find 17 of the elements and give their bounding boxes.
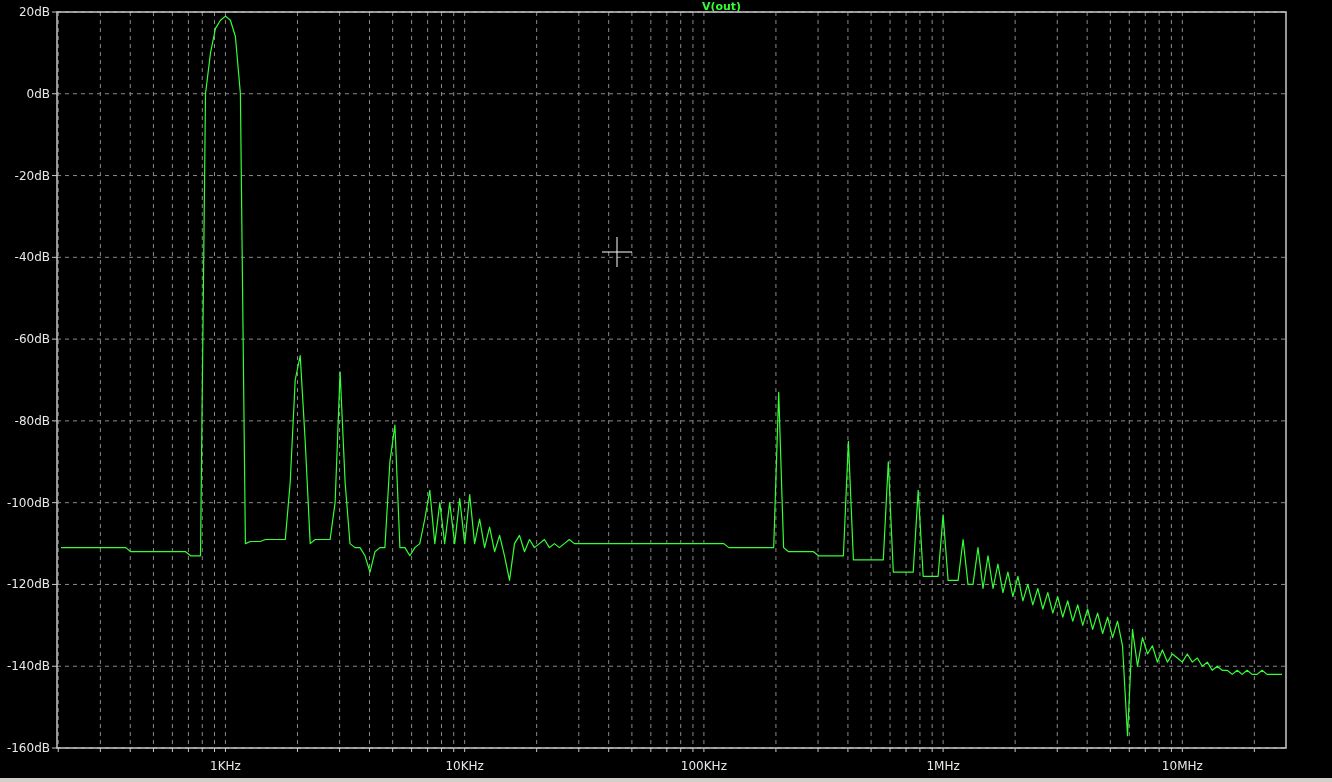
y-tick-label: -20dB — [14, 168, 50, 183]
y-tick-label: -40dB — [14, 250, 50, 265]
y-tick-label: 0dB — [26, 86, 50, 101]
x-tick-label: 1KHz — [210, 759, 241, 773]
trace-label[interactable]: V(out) — [701, 0, 742, 13]
y-tick-label: -140dB — [6, 659, 50, 674]
crosshair-cursor-icon — [601, 236, 633, 268]
y-tick-label: -80dB — [14, 413, 50, 428]
x-tick-label: 100KHz — [680, 759, 727, 773]
y-tick-label: -60dB — [14, 332, 50, 347]
y-tick-label: -100dB — [6, 495, 50, 510]
y-tick-label: 20dB — [18, 5, 50, 19]
x-tick-label: 10MHz — [1161, 759, 1203, 773]
x-tick-label: 1MHz — [926, 759, 960, 773]
y-tick-label: -120dB — [6, 577, 50, 592]
x-tick-label: 10KHz — [445, 759, 484, 773]
y-tick-label: -160dB — [6, 741, 50, 755]
